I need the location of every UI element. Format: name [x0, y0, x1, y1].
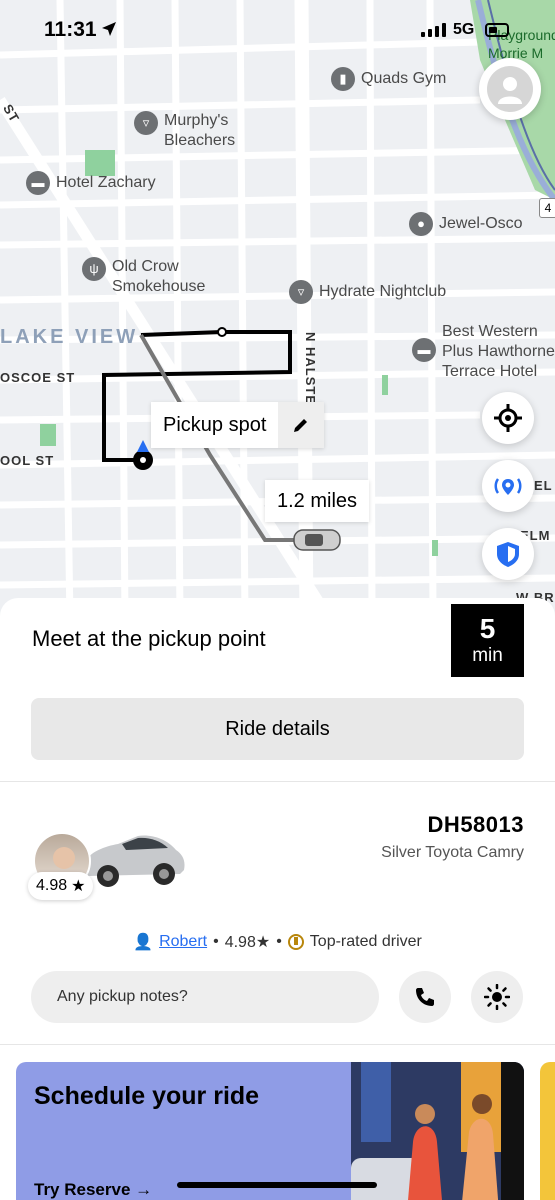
ride-details-button[interactable]: Ride details: [31, 698, 524, 760]
signal-icon: [421, 23, 446, 37]
poi-label: Best Western Plus Hawthorne Terrace Hote…: [442, 323, 555, 380]
driver-badge: Top-rated driver: [309, 933, 422, 950]
phone-icon: [416, 988, 434, 1006]
street-label-el: EL: [534, 478, 553, 493]
shield-icon: [497, 542, 519, 567]
bar-icon: ▿: [289, 280, 313, 304]
brightness-icon: [484, 984, 510, 1010]
top-rated-icon: [287, 934, 304, 950]
street-label-school: OOL ST: [0, 453, 55, 468]
poi-old-crow-smokehouse[interactable]: ψ Old Crow Smokehouse: [82, 257, 222, 297]
poi-label: Hotel Zachary: [56, 174, 156, 191]
hotel-icon: ▬: [412, 338, 436, 362]
driver-name-link[interactable]: Robert: [159, 933, 207, 951]
schedule-ride-card[interactable]: Schedule your ride Try Reserve →: [16, 1062, 524, 1200]
location-arrow-icon: [102, 22, 116, 36]
divider: [0, 1044, 555, 1045]
crosshair-icon: [494, 404, 522, 432]
next-promo-card[interactable]: [540, 1062, 555, 1200]
street-label-roscoe: OSCOE ST: [0, 370, 76, 385]
promo-title: Schedule your ride: [34, 1082, 260, 1110]
battery-icon: [485, 23, 509, 37]
star-icon: ★: [71, 878, 86, 895]
person-icon: [498, 77, 522, 104]
poi-hotel-zachary[interactable]: ▬ Hotel Zachary: [26, 171, 156, 195]
separator-dot: •: [213, 933, 219, 950]
trip-sheet: Meet at the pickup point 5 min Ride deta…: [0, 598, 555, 1200]
driver-rating-pill: 4.98 ★: [28, 872, 94, 900]
divider: [0, 781, 555, 782]
driver-info-line: 👤 Robert • 4.98★ • Top-rated driver: [0, 932, 555, 952]
poi-quads-gym[interactable]: ▮ Quads Gym: [331, 67, 446, 91]
call-driver-button[interactable]: [399, 971, 451, 1023]
poi-murphys-bleachers[interactable]: ▿ Murphy's Bleachers: [134, 111, 254, 151]
pickup-spot-label: Pickup spot: [163, 413, 267, 436]
car-model: Silver Toyota Camry: [381, 844, 524, 861]
poi-label: Quads Gym: [361, 70, 447, 87]
sheet-title: Meet at the pickup point: [32, 626, 266, 651]
poi-label: Murphy's Bleachers: [164, 112, 236, 149]
street-grid: [0, 0, 555, 620]
profile-button[interactable]: [479, 58, 541, 120]
license-plate: DH58013: [427, 812, 524, 837]
driver-rating-value: 4.98: [36, 877, 68, 894]
driver-rating-inline: 4.98★: [224, 934, 271, 951]
promo-illustration: [351, 1062, 524, 1200]
map-view[interactable]: ▮ Quads Gym ▿ Murphy's Bleachers ▬ Hotel…: [0, 0, 555, 620]
store-icon: ●: [409, 212, 433, 236]
broadcast-location-icon: [494, 478, 522, 495]
eta-badge: 5 min: [451, 604, 524, 677]
poi-hydrate-nightclub[interactable]: ▿ Hydrate Nightclub: [289, 280, 446, 304]
home-indicator: [177, 1182, 377, 1188]
hotel-icon: ▬: [26, 171, 50, 195]
pencil-icon: [294, 419, 308, 432]
restaurant-icon: ψ: [82, 257, 106, 281]
status-time: 11:31: [44, 18, 97, 41]
light-signal-button[interactable]: [471, 971, 523, 1023]
network-type: 5G: [453, 21, 475, 38]
poi-label: Jewel-Osco: [439, 215, 523, 232]
separator-dot: •: [276, 933, 282, 950]
poi-label: Old Crow Smokehouse: [112, 258, 206, 295]
try-reserve-link[interactable]: Try Reserve →: [34, 1180, 152, 1200]
distance-bubble: 1.2 miles: [265, 480, 370, 522]
status-bar: 11:31 5G: [0, 0, 555, 60]
bar-icon: ▿: [134, 111, 158, 135]
gym-icon: ▮: [331, 67, 355, 91]
recenter-button[interactable]: [482, 392, 534, 444]
eta-value: 5: [479, 612, 496, 644]
pickup-notes-input[interactable]: [31, 971, 379, 1023]
avatar: [487, 66, 533, 112]
car-image: [78, 824, 188, 895]
edit-pickup-button[interactable]: [278, 402, 325, 448]
safety-button[interactable]: [482, 528, 534, 580]
verified-person-icon: 👤: [133, 934, 154, 951]
share-location-button[interactable]: [482, 460, 534, 512]
route-badge: 4: [539, 198, 555, 218]
poi-jewel-osco[interactable]: ● Jewel-Osco: [409, 212, 523, 236]
poi-label: Hydrate Nightclub: [319, 283, 447, 300]
poi-best-western[interactable]: ▬ Best Western Plus Hawthorne Terrace Ho…: [412, 322, 555, 382]
pickup-spot-bubble[interactable]: Pickup spot: [151, 402, 325, 448]
neighborhood-label: LAKE VIEW: [0, 326, 139, 348]
eta-unit: min: [472, 644, 503, 666]
